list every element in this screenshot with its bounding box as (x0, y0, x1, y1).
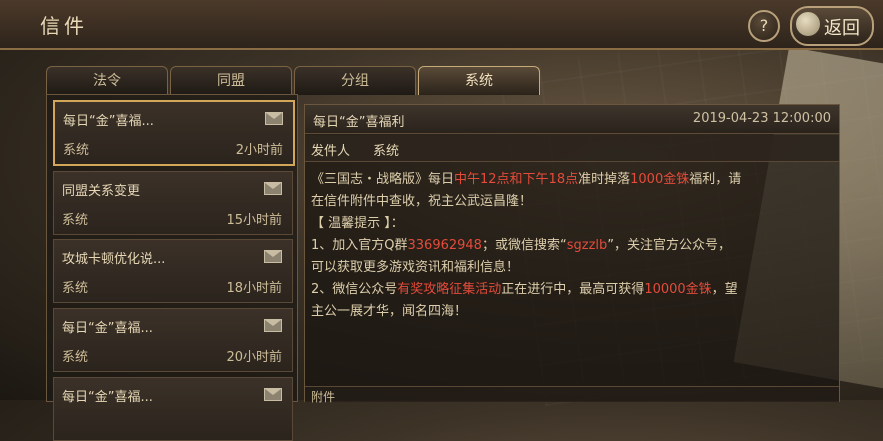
highlight-text: 10000金铢 (644, 282, 712, 297)
highlight-text: 中午12点和下午18点 (454, 172, 579, 187)
mail-body-line: 2、微信公众号有奖攻略征集活动正在进行中，最高可获得10000金铢，望 (311, 279, 831, 301)
body-text: 【 温馨提示 】： (311, 216, 404, 231)
envelope-icon (265, 112, 283, 125)
envelope-icon (264, 319, 282, 332)
mail-body-line: 在信件附件中查收，祝主公武运昌隆！ (311, 191, 831, 213)
mail-list: 每日“金”喜福... 系统 2小时前 同盟关系变更 系统 15小时前 攻城卡顿优… (46, 94, 298, 441)
body-text: 《三国志・战略版》每日 (311, 172, 455, 187)
highlight-text: 有奖攻略征集活动 (397, 282, 502, 297)
mail-item[interactable]: 攻城卡顿优化说... 系统 18小时前 (53, 239, 293, 303)
body-text: ；或微信搜索“ (481, 238, 567, 253)
mail-time: 20小时前 (226, 350, 282, 365)
tab-alliance[interactable]: 同盟 (170, 66, 292, 95)
mail-title: 每日“金”喜福... (62, 321, 153, 336)
mail-body-line: 主公一展才华，闻名四海！ (311, 301, 831, 323)
help-button[interactable]: ? (748, 10, 780, 42)
top-bar: 信件 ? 返回 (0, 0, 883, 50)
mail-title: 每日“金”喜福... (62, 390, 153, 405)
body-text: 准时掉落 (578, 172, 631, 187)
envelope-icon (264, 388, 282, 401)
mail-detail-time: 2019-04-23 12:00:00 (692, 111, 831, 126)
mail-detail: 每日“金”喜福利 2019-04-23 12:00:00 发件人 系统 《三国志… (304, 104, 840, 404)
mail-sender: 系统 (62, 281, 89, 296)
sender-name: 系统 (373, 144, 400, 159)
body-text: 1、加入官方Q群 (311, 238, 408, 253)
mail-detail-title: 每日“金”喜福利 (313, 115, 405, 130)
page-title: 信件 (40, 14, 88, 38)
mail-item[interactable]: 同盟关系变更 系统 15小时前 (53, 171, 293, 235)
mail-item[interactable]: 每日“金”喜福... (53, 377, 293, 441)
body-text: 福利，请 (689, 172, 742, 187)
envelope-icon (264, 182, 282, 195)
body-text: 主公一展才华，闻名四海！ (311, 304, 468, 319)
tab-system[interactable]: 系统 (418, 66, 540, 95)
mail-sender: 系统 (62, 213, 89, 228)
highlight-text: sgzzlb (566, 238, 608, 253)
mail-detail-header: 每日“金”喜福利 2019-04-23 12:00:00 (305, 105, 839, 134)
mail-item[interactable]: 每日“金”喜福... 系统 2小时前 (53, 100, 295, 166)
body-text: ”，关注官方公众号， (607, 238, 732, 253)
back-button[interactable]: 返回 (790, 6, 874, 46)
mail-time: 15小时前 (226, 213, 282, 228)
mail-item[interactable]: 每日“金”喜福... 系统 20小时前 (53, 308, 293, 372)
mail-body-line: 【 温馨提示 】： (311, 213, 831, 235)
tab-group[interactable]: 分组 (294, 66, 416, 95)
body-text: 可以获取更多游戏资讯和福利信息！ (311, 260, 520, 275)
body-text: 正在进行中，最高可获得 (501, 282, 645, 297)
envelope-icon (264, 250, 282, 263)
attachment-label: 附件 (311, 390, 336, 404)
mail-sender: 系统 (62, 350, 89, 365)
mail-body-line: 1、加入官方Q群336962948；或微信搜索“sgzzlb”，关注官方公众号， (311, 235, 831, 257)
body-text: ，望 (711, 282, 738, 297)
back-button-label: 返回 (824, 18, 860, 39)
body-text: 2、微信公众号 (311, 282, 398, 297)
mail-time: 2小时前 (235, 143, 283, 158)
tab-law[interactable]: 法令 (46, 66, 168, 95)
back-icon (796, 12, 820, 36)
mail-body-line: 《三国志・战略版》每日中午12点和下午18点准时掉落1000金铢福利，请 (311, 169, 831, 191)
mail-title: 每日“金”喜福... (63, 114, 154, 129)
mail-title: 攻城卡顿优化说... (62, 252, 166, 267)
sender-row: 发件人 系统 (305, 135, 839, 162)
highlight-text: 1000金铢 (630, 172, 690, 187)
mail-body-line: 可以获取更多游戏资讯和福利信息！ (311, 257, 831, 279)
mail-time: 18小时前 (226, 281, 282, 296)
mail-sender: 系统 (63, 143, 90, 158)
mail-title: 同盟关系变更 (62, 184, 141, 199)
sender-label: 发件人 (311, 144, 351, 159)
mail-body: 《三国志・战略版》每日中午12点和下午18点准时掉落1000金铢福利，请在信件附… (311, 169, 831, 323)
highlight-text: 336962948 (407, 238, 482, 253)
body-text: 在信件附件中查收，祝主公武运昌隆！ (311, 194, 533, 209)
